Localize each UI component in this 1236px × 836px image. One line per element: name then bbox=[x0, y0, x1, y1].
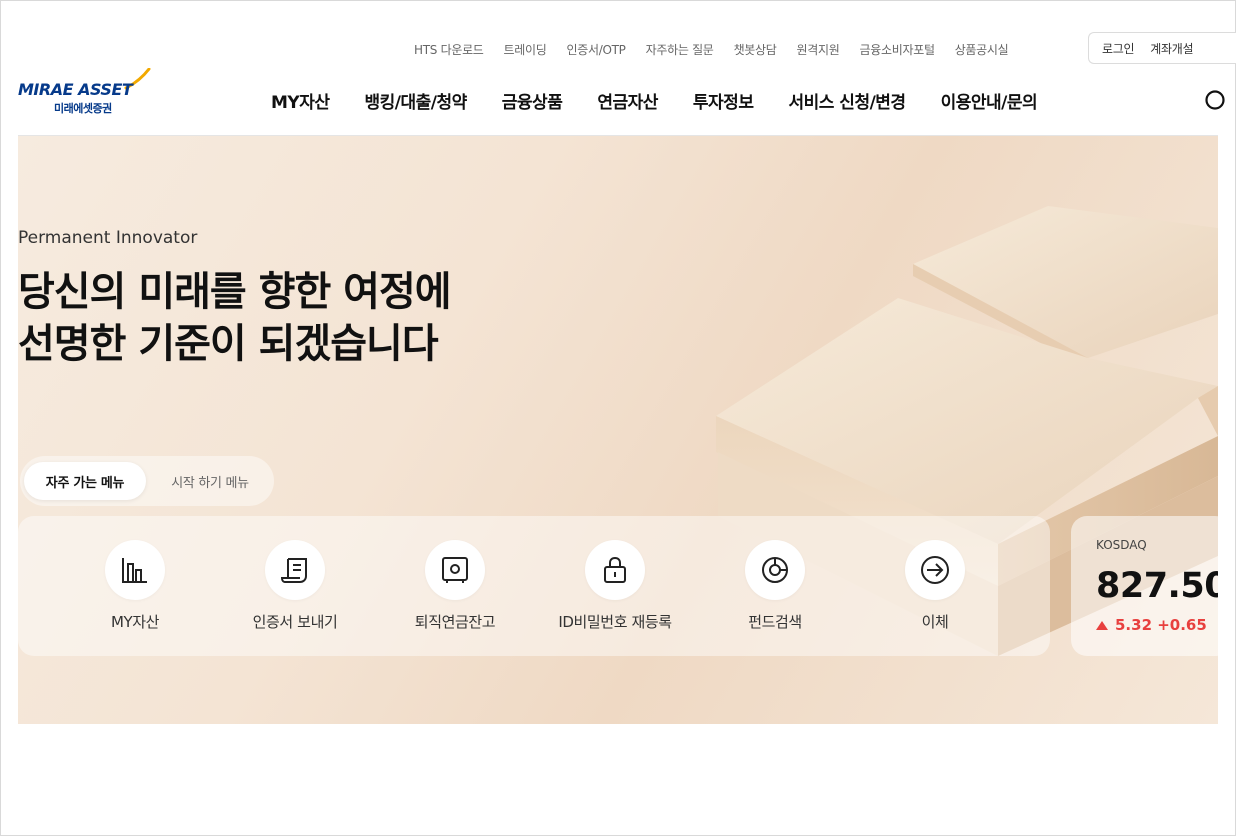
nav-service-request[interactable]: 서비스 신청/변경 bbox=[788, 88, 906, 113]
bar-chart-icon bbox=[105, 540, 165, 600]
util-link-consumer-portal[interactable]: 금융소비자포털 bbox=[860, 41, 935, 58]
quick-menu-label: MY자산 bbox=[110, 613, 160, 631]
certificate-icon bbox=[265, 540, 325, 600]
tab-frequent-menu[interactable]: 자주 가는 메뉴 bbox=[24, 462, 146, 500]
logo[interactable]: MIRAE ASSET 미래에셋증권 bbox=[18, 68, 151, 118]
quick-menu-pension-balance[interactable]: 퇴직연금잔고 bbox=[375, 540, 535, 632]
login-button[interactable]: 로그인 bbox=[1102, 40, 1135, 57]
util-link-chatbot[interactable]: 챗봇상담 bbox=[734, 41, 777, 58]
hero-headline-line-1: 당신의 미래를 향한 여정에 bbox=[18, 269, 452, 315]
search-icon[interactable] bbox=[1204, 89, 1226, 111]
safe-icon bbox=[425, 540, 485, 600]
nav-my-assets[interactable]: MY자산 bbox=[271, 88, 330, 113]
quick-menu-label: 인증서 보내기 bbox=[252, 613, 338, 631]
main-nav: MY자산 뱅킹/대출/청약 금융상품 연금자산 투자정보 서비스 신청/변경 이… bbox=[271, 88, 1038, 113]
hero-banner: Permanent Innovator 당신의 미래를 향한 여정에 선명한 기… bbox=[18, 136, 1218, 724]
quick-menu-transfer[interactable]: 이체 bbox=[855, 540, 1015, 632]
index-value: 827.50 bbox=[1096, 566, 1218, 606]
hero-eyebrow: Permanent Innovator bbox=[18, 228, 198, 248]
util-link-trading[interactable]: 트레이딩 bbox=[504, 41, 547, 58]
up-triangle-icon bbox=[1096, 620, 1108, 630]
quick-menu-label: 펀드검색 bbox=[748, 613, 802, 631]
nav-help[interactable]: 이용안내/문의 bbox=[941, 88, 1038, 113]
util-link-faq[interactable]: 자주하는 질문 bbox=[646, 41, 714, 58]
market-index-card[interactable]: KOSDAQ 827.50 5.32 +0.65 bbox=[1071, 516, 1218, 656]
nav-investment-info[interactable]: 투자정보 bbox=[693, 88, 754, 113]
hero-headline: 당신의 미래를 향한 여정에 선명한 기준이 되겠습니다 bbox=[18, 266, 452, 370]
util-link-disclosure[interactable]: 상품공시실 bbox=[955, 41, 1009, 58]
util-link-remote-support[interactable]: 원격지원 bbox=[797, 41, 840, 58]
quick-menu-send-certificate[interactable]: 인증서 보내기 bbox=[215, 540, 375, 632]
quick-menu-id-password-reset[interactable]: ID비밀번호 재등록 bbox=[535, 540, 695, 632]
index-change-value: 5.32 +0.65 bbox=[1115, 616, 1207, 634]
nav-financial-products[interactable]: 금융상품 bbox=[502, 88, 563, 113]
quick-menu-my-assets[interactable]: MY자산 bbox=[55, 540, 215, 632]
logo-text-en: MIRAE ASSET bbox=[18, 80, 133, 99]
tab-start-menu[interactable]: 시작 하기 메뉴 bbox=[150, 462, 270, 500]
auth-box: 로그인 계좌개설 bbox=[1088, 32, 1236, 64]
nav-banking[interactable]: 뱅킹/대출/청약 bbox=[365, 88, 468, 113]
pie-chart-icon bbox=[745, 540, 805, 600]
quick-menu-label: ID비밀번호 재등록 bbox=[558, 613, 672, 631]
quick-menu-panel: MY자산 인증서 보내기 퇴직연금잔고 ID비밀번호 재등록 펀드검색 이체 bbox=[18, 516, 1050, 656]
hero-headline-line-2: 선명한 기준이 되겠습니다 bbox=[18, 321, 439, 367]
lock-icon bbox=[585, 540, 645, 600]
logo-text-ko: 미래에셋증권 bbox=[54, 102, 112, 115]
menu-tab-group: 자주 가는 메뉴 시작 하기 메뉴 bbox=[20, 456, 274, 506]
util-link-certificate[interactable]: 인증서/OTP bbox=[567, 41, 626, 58]
quick-menu-fund-search[interactable]: 펀드검색 bbox=[695, 540, 855, 632]
quick-menu-label: 이체 bbox=[921, 613, 949, 631]
transfer-arrow-icon bbox=[905, 540, 965, 600]
index-name: KOSDAQ bbox=[1096, 538, 1147, 552]
quick-menu-label: 퇴직연금잔고 bbox=[414, 613, 496, 631]
open-account-button[interactable]: 계좌개설 bbox=[1150, 40, 1193, 57]
util-link-hts[interactable]: HTS 다운로드 bbox=[414, 41, 484, 58]
index-change: 5.32 +0.65 bbox=[1096, 616, 1207, 634]
nav-pension[interactable]: 연금자산 bbox=[597, 88, 658, 113]
